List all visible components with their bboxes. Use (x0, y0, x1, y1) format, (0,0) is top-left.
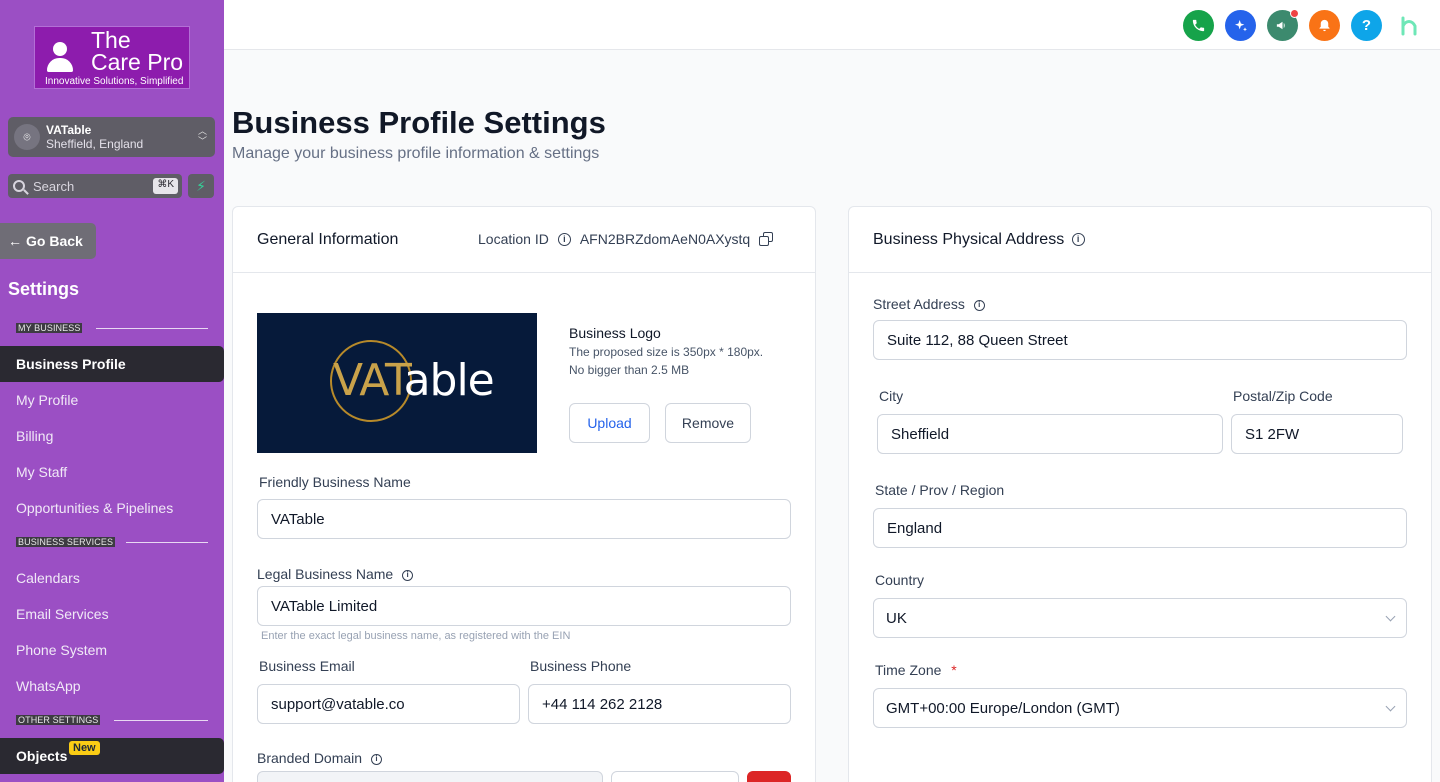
state-label: State / Prov / Region (875, 482, 1005, 498)
country-label: Country (875, 572, 925, 588)
business-phone-input[interactable]: +44 114 262 2128 (528, 684, 791, 724)
brand-logo[interactable]: The Care Pro Innovative Solutions, Simpl… (34, 26, 190, 89)
page-subtitle: Manage your business profile information… (232, 145, 600, 162)
notification-dot (1290, 9, 1299, 18)
search-placeholder: Search (33, 178, 75, 194)
app-logo-icon[interactable] (1393, 10, 1424, 41)
info-icon[interactable]: i (370, 753, 382, 765)
phone-icon[interactable] (1183, 10, 1214, 41)
state-input[interactable]: England (873, 508, 1407, 548)
quick-action-bolt-icon[interactable]: ⚡ (188, 174, 214, 198)
bell-icon[interactable] (1309, 10, 1340, 41)
sidebar-item-my-profile[interactable]: My Profile (16, 392, 78, 408)
business-logo-title: Business Logo (569, 325, 661, 341)
business-email-input[interactable]: support@vatable.co (257, 684, 520, 724)
search-box[interactable]: Search ⌘K (8, 174, 182, 198)
location-switcher[interactable]: ⌾ VATable Sheffield, England ︿ ﹀ (8, 117, 215, 157)
logo-file-hint: No bigger than 2.5 MB (569, 363, 690, 377)
brand-tagline: Innovative Solutions, Simplified (45, 76, 184, 87)
branded-domain-button[interactable] (611, 771, 739, 782)
sidebar-item-objects[interactable]: Objects New (0, 738, 224, 774)
location-id-label: Location ID (478, 231, 549, 247)
sidebar-item-opportunities[interactable]: Opportunities & Pipelines (16, 500, 173, 516)
section-my-business: MY BUSINESS (16, 323, 83, 333)
legal-name-hint: Enter the exact legal business name, as … (261, 630, 571, 642)
sidebar-item-business-profile[interactable]: Business Profile (0, 346, 224, 382)
street-address-label: Street Address i (873, 296, 985, 312)
legal-name-label: Legal Business Name i (257, 566, 414, 582)
logo-size-hint: The proposed size is 350px * 180px. (569, 345, 764, 359)
info-icon[interactable]: i (557, 232, 571, 246)
sparkle-icon[interactable] (1225, 10, 1256, 41)
sidebar-item-phone-system[interactable]: Phone System (16, 642, 107, 658)
timezone-label: Time Zone * (875, 662, 957, 678)
divider (114, 720, 208, 721)
card-header: General Information Location ID i AFN2BR… (233, 207, 815, 273)
sidebar-item-whatsapp[interactable]: WhatsApp (16, 678, 81, 694)
divider (96, 328, 208, 329)
legal-name-input[interactable]: VATable Limited (257, 586, 791, 626)
search-shortcut: ⌘K (153, 178, 178, 194)
business-phone-label: Business Phone (530, 658, 632, 674)
info-icon[interactable]: i (402, 569, 414, 581)
postal-code-label: Postal/Zip Code (1233, 388, 1333, 404)
sidebar-item-email-services[interactable]: Email Services (16, 606, 109, 622)
delete-domain-button[interactable] (747, 771, 791, 782)
postal-code-input[interactable]: S1 2FW (1231, 414, 1403, 454)
section-business-services: BUSINESS SERVICES (16, 537, 116, 547)
person-icon (45, 36, 89, 80)
sidebar: The Care Pro Innovative Solutions, Simpl… (0, 0, 224, 782)
city-input[interactable]: Sheffield (877, 414, 1223, 454)
arrow-left-icon: ← (8, 233, 22, 249)
friendly-name-label: Friendly Business Name (259, 474, 411, 490)
new-badge: New (69, 741, 100, 755)
location-id-row: Location ID i AFN2BRZdomAeN0AXystq (478, 231, 774, 247)
section-other-settings: OTHER SETTINGS (16, 715, 101, 725)
business-logo-image: VATable (257, 313, 537, 453)
chevron-down-icon (1385, 611, 1396, 622)
chevron-down-icon (1385, 701, 1396, 712)
card-title: General Information (257, 231, 399, 248)
location-name: VATable (46, 123, 92, 137)
sidebar-item-calendars[interactable]: Calendars (16, 570, 80, 586)
card-header: Business Physical Address i (849, 207, 1431, 273)
sidebar-item-my-staff[interactable]: My Staff (16, 464, 67, 480)
friendly-name-input[interactable]: VATable (257, 499, 791, 539)
megaphone-icon[interactable] (1267, 9, 1299, 41)
branded-domain-input[interactable] (257, 771, 603, 782)
remove-button[interactable]: Remove (665, 403, 751, 443)
location-sub: Sheffield, England (46, 137, 144, 151)
general-information-card: General Information Location ID i AFN2BR… (232, 206, 816, 782)
street-address-input[interactable]: Suite 112, 88 Queen Street (873, 320, 1407, 360)
copy-icon[interactable] (759, 232, 774, 246)
card-title: Business Physical Address i (873, 231, 1085, 249)
settings-title: Settings (8, 279, 80, 299)
brand-name: The Care Pro (91, 27, 184, 75)
top-bar: ? (224, 0, 1440, 50)
branded-domain-label: Branded Domain i (257, 750, 382, 766)
location-id-value: AFN2BRZdomAeN0AXystq (579, 231, 751, 247)
search-icon (13, 180, 25, 192)
divider (126, 542, 208, 543)
upload-button[interactable]: Upload (569, 403, 650, 443)
business-email-label: Business Email (259, 658, 355, 674)
help-icon[interactable]: ? (1351, 10, 1382, 41)
location-pin-icon: ⌾ (14, 124, 40, 150)
page-title: Business Profile Settings (232, 105, 606, 140)
go-back-button[interactable]: ← Go Back (0, 223, 96, 259)
country-select[interactable]: UK (873, 598, 1407, 638)
info-icon[interactable]: i (973, 299, 985, 311)
info-icon[interactable]: i (1071, 233, 1085, 247)
chevron-up-down-icon: ︿ ﹀ (197, 126, 207, 146)
business-address-card: Business Physical Address i Street Addre… (848, 206, 1432, 782)
city-label: City (879, 388, 904, 404)
sidebar-item-billing[interactable]: Billing (16, 428, 53, 444)
timezone-select[interactable]: GMT+00:00 Europe/London (GMT) (873, 688, 1407, 728)
